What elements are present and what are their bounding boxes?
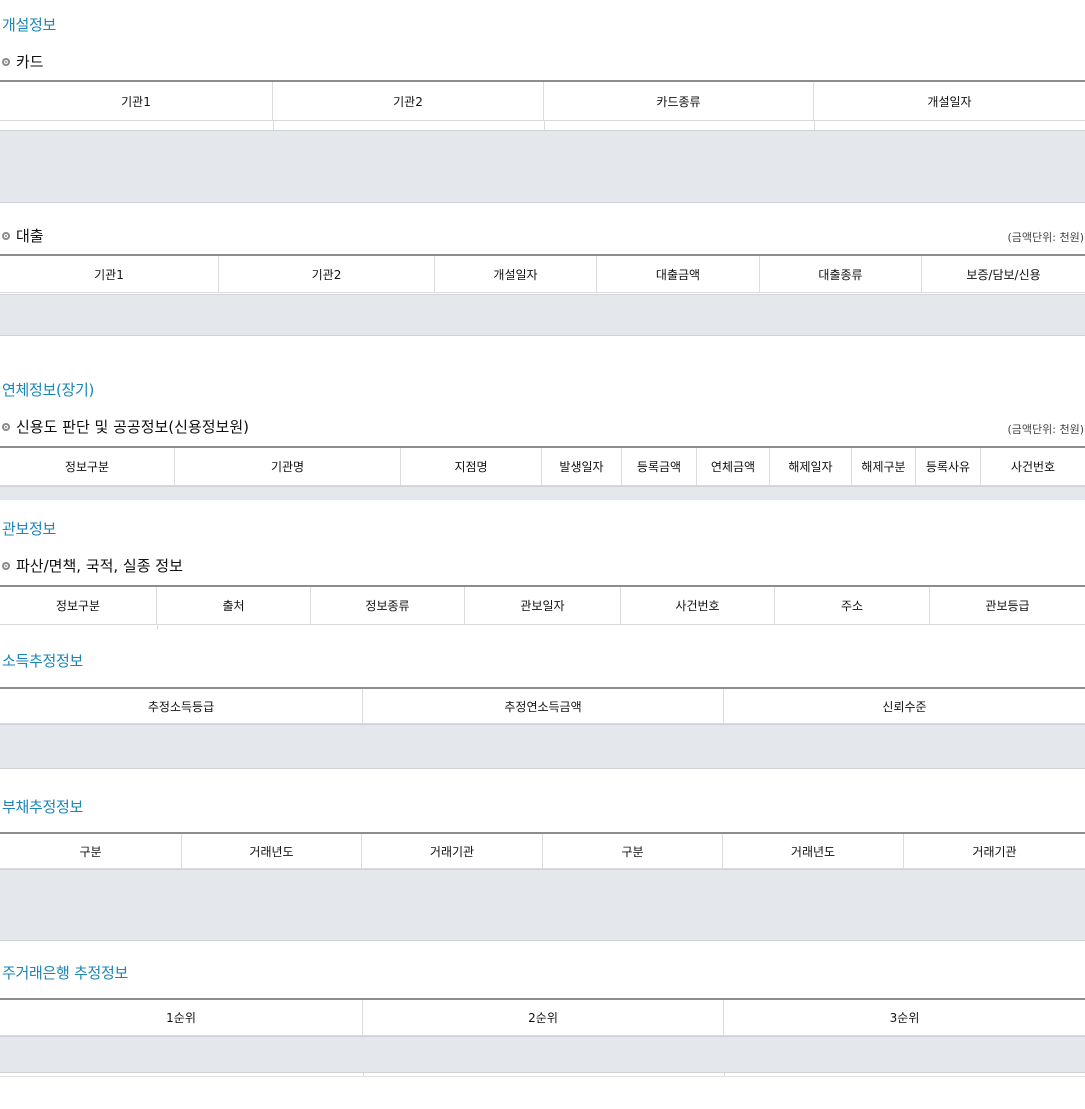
col-header: 거래년도 [182, 834, 362, 868]
col-header: 정보구분 [0, 587, 157, 624]
subsection-public-info-label: 신용도 판단 및 공공정보(신용정보원) [16, 418, 250, 436]
amount-unit-label: (금액단위: 천원) [1007, 231, 1084, 244]
col-header: 기관2 [273, 82, 544, 120]
col-header: 해제구분 [852, 448, 916, 485]
main-bank-table-body [0, 1036, 1085, 1073]
col-header: 카드종류 [544, 82, 814, 120]
public-info-table-body [0, 486, 1085, 500]
col-header: 1순위 [0, 1000, 363, 1035]
loan-table-header: 기관1 기관2 개설일자 대출금액 대출종류 보증/담보/신용 [0, 254, 1085, 293]
col-header: 3순위 [889, 1011, 920, 1025]
col-header: 기관1 [0, 256, 219, 292]
section-title-income: 소득추정정보 [2, 652, 84, 670]
bullet-icon [2, 422, 10, 431]
col-header: 대출종류 [760, 256, 922, 292]
section-title-main-bank: 주거래은행 추정정보 [2, 964, 128, 982]
col-header: 출처 [157, 587, 311, 624]
col-header: 사건번호 [621, 587, 775, 624]
loan-table-body [0, 294, 1085, 336]
col-header: 기관2 [219, 256, 435, 292]
col-header: 보증/담보/신용 [966, 267, 1041, 282]
bankruptcy-table-header: 정보구분 출처 정보종류 관보일자 사건번호 주소 관보등급 [0, 585, 1085, 625]
col-header: 관보일자 [465, 587, 621, 624]
col-header: 해제일자 [770, 448, 852, 485]
col-header: 개설일자 [927, 94, 972, 109]
col-header: 발생일자 [542, 448, 622, 485]
col-header: 추정연소득금액 [363, 689, 724, 723]
col-header: 연체금액 [697, 448, 770, 485]
col-header: 사건번호 [1010, 460, 1056, 474]
subsection-card-label: 카드 [16, 53, 44, 71]
subsection-bankruptcy-label: 파산/면책, 국적, 실종 정보 [16, 557, 183, 575]
debt-table-header: 구분 거래년도 거래기관 구분 거래년도 거래기관 [0, 832, 1085, 869]
col-header: 주소 [775, 587, 930, 624]
col-header: 거래기관 [362, 834, 543, 868]
section-title-related: 관보정보 [2, 520, 57, 538]
col-header: 지점명 [401, 448, 542, 485]
card-table-body [0, 130, 1085, 203]
bullet-icon [2, 57, 10, 66]
income-table-header: 추정소득등급 추정연소득금액 신뢰수준 [0, 687, 1085, 724]
section-title-delinquency: 연체정보(장기) [2, 381, 95, 399]
col-header: 거래년도 [723, 834, 904, 868]
main-bank-table-header: 1순위 2순위 3순위 [0, 998, 1085, 1036]
income-table-body [0, 724, 1085, 769]
col-header: 신뢰수준 [882, 699, 927, 714]
col-header: 구분 [0, 834, 182, 868]
subsection-loan: 대출 [2, 225, 44, 246]
col-header: 거래기관 [972, 844, 1017, 859]
section-title-opening: 개설정보 [2, 16, 57, 34]
bullet-icon [2, 231, 10, 240]
subsection-card: 카드 [2, 51, 44, 72]
card-table-header: 기관1 기관2 카드종류 개설일자 [0, 80, 1085, 121]
col-header: 등록금액 [622, 448, 697, 485]
col-header: 기관1 [0, 82, 273, 120]
col-header: 대출금액 [597, 256, 760, 292]
col-header: 정보구분 [0, 448, 175, 485]
col-header: 정보종류 [311, 587, 465, 624]
public-info-table-header: 정보구분 기관명 지점명 발생일자 등록금액 연체금액 해제일자 해제구분 등록… [0, 446, 1085, 486]
amount-unit-label: (금액단위: 천원) [1007, 423, 1084, 436]
col-header: 등록사유 [916, 448, 981, 485]
col-header: 2순위 [363, 1000, 724, 1035]
subsection-public-info: 신용도 판단 및 공공정보(신용정보원) [2, 416, 249, 437]
section-title-debt: 부채추정정보 [2, 798, 84, 816]
col-header: 기관명 [175, 448, 401, 485]
subsection-bankruptcy: 파산/면책, 국적, 실종 정보 [2, 555, 183, 576]
col-header: 개설일자 [435, 256, 597, 292]
bullet-icon [2, 561, 10, 570]
col-header: 추정소득등급 [0, 689, 363, 723]
col-header: 관보등급 [985, 599, 1030, 613]
col-header: 구분 [543, 834, 723, 868]
subsection-loan-label: 대출 [16, 227, 44, 245]
debt-table-body [0, 869, 1085, 941]
